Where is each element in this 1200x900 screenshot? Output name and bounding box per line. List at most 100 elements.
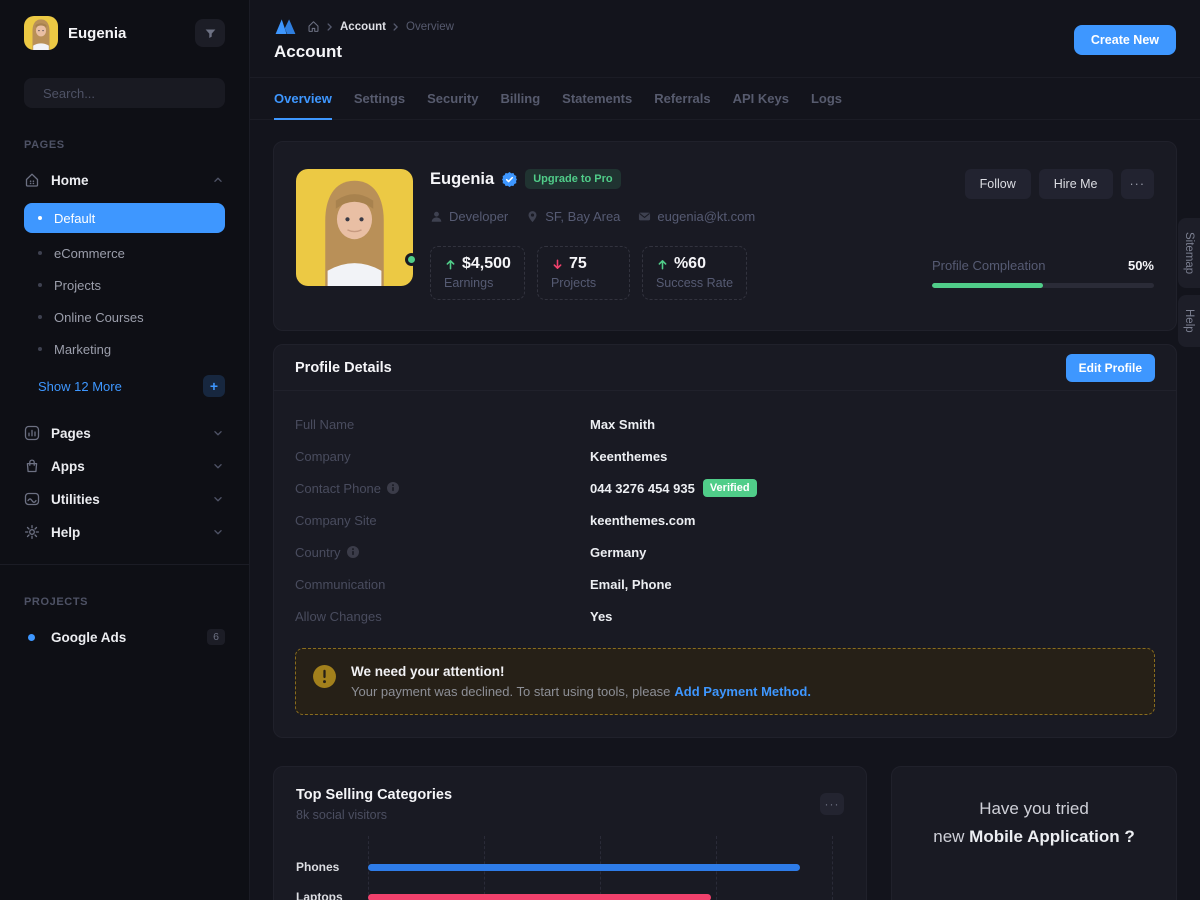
detail-value: Max Smith	[590, 417, 1155, 432]
chart-bar-row-phones: Phones	[296, 852, 844, 882]
sidebar-search[interactable]	[24, 78, 225, 108]
search-input[interactable]	[43, 86, 219, 101]
sidebar-item-apps[interactable]: Apps	[0, 450, 249, 482]
edge-tabs: Sitemap Help	[1178, 218, 1200, 347]
project-dot-icon	[28, 634, 35, 641]
profile-meta-developer[interactable]: Developer	[430, 209, 508, 224]
tab-api-keys[interactable]: API Keys	[733, 78, 789, 120]
page-title: Account	[274, 42, 1176, 62]
sidebar-item-ecommerce[interactable]: eCommerce	[24, 238, 225, 268]
detail-label-text: Allow Changes	[295, 609, 382, 624]
chart-subtitle: 8k social visitors	[296, 808, 452, 822]
sidebar-project-google-ads[interactable]: Google Ads 6	[0, 621, 249, 653]
breadcrumb-home-icon[interactable]	[307, 20, 320, 33]
bullet-icon	[38, 347, 42, 351]
arrow-down-icon	[551, 258, 564, 271]
sitemap-tab[interactable]: Sitemap	[1178, 218, 1200, 288]
chevron-down-icon	[211, 525, 225, 539]
add-page-button[interactable]: +	[203, 375, 225, 397]
info-icon[interactable]	[347, 546, 359, 558]
add-payment-method-link[interactable]: Add Payment Method.	[674, 684, 811, 699]
filter-button[interactable]	[195, 19, 225, 47]
image-icon	[24, 491, 40, 507]
breadcrumb: Account Overview	[274, 18, 1176, 35]
chart-bar-row-laptops: Laptops	[296, 882, 844, 900]
sidebar-subitem-label: eCommerce	[54, 246, 125, 261]
tab-billing[interactable]: Billing	[500, 78, 540, 120]
home-icon	[24, 172, 40, 188]
edit-profile-button[interactable]: Edit Profile	[1066, 354, 1155, 382]
project-label: Google Ads	[51, 630, 195, 645]
bullet-icon	[38, 216, 42, 220]
tab-statements[interactable]: Statements	[562, 78, 632, 120]
stat-label: Success Rate	[656, 276, 733, 290]
sidebar-item-marketing[interactable]: Marketing	[24, 334, 225, 364]
sidebar-user-name: Eugenia	[68, 25, 185, 42]
stat-success-rate: %60 Success Rate	[642, 246, 747, 300]
chevron-down-icon	[211, 492, 225, 506]
detail-row-company-site: Company Sitekeenthemes.com	[295, 504, 1155, 536]
profile-more-button[interactable]: ···	[1121, 169, 1155, 199]
create-new-button[interactable]: Create New	[1074, 25, 1176, 55]
sidebar-item-pages[interactable]: Pages	[0, 417, 249, 449]
tab-security[interactable]: Security	[427, 78, 478, 120]
profile-meta-sf-bay-area[interactable]: SF, Bay Area	[526, 209, 620, 224]
detail-label-text: Full Name	[295, 417, 354, 432]
chevron-up-icon	[211, 173, 225, 187]
sidebar-item-utilities[interactable]: Utilities	[0, 483, 249, 515]
app-logo-icon[interactable]	[274, 18, 297, 35]
detail-label: Country	[295, 545, 590, 560]
chart-bar-phones[interactable]	[368, 864, 800, 871]
show-more-row: Show 12 More +	[24, 372, 225, 400]
detail-label-text: Country	[295, 545, 341, 560]
detail-row-full-name: Full Name Max Smith	[295, 408, 1155, 440]
profile-overview-card: Eugenia Upgrade to Pro FollowHire Me··· …	[273, 141, 1177, 331]
profile-photo-image	[296, 169, 413, 286]
details-title: Profile Details	[295, 360, 392, 376]
detail-label: Full Name	[295, 417, 590, 432]
detail-value: Yes	[590, 609, 1155, 624]
sidebar-subitem-label: Default	[54, 211, 95, 226]
profile-meta-eugenia-kt-com[interactable]: eugenia@kt.com	[638, 209, 755, 224]
upgrade-to-pro-badge[interactable]: Upgrade to Pro	[525, 169, 620, 189]
breadcrumb-account[interactable]: Account	[340, 21, 386, 33]
tab-settings[interactable]: Settings	[354, 78, 405, 120]
info-icon[interactable]	[387, 482, 399, 494]
show-more-link[interactable]: Show 12 More	[38, 379, 203, 394]
hire-me-button[interactable]: Hire Me	[1039, 169, 1113, 199]
detail-value-text: Keenthemes	[590, 449, 667, 464]
detail-label: Company Site	[295, 513, 590, 528]
progress-fill	[932, 283, 1043, 288]
tab-overview[interactable]: Overview	[274, 78, 332, 120]
profile-completion-percent: 50%	[1128, 258, 1154, 273]
verified-badge-icon	[502, 172, 517, 187]
detail-label-text: Communication	[295, 577, 385, 592]
tab-logs[interactable]: Logs	[811, 78, 842, 120]
tab-referrals[interactable]: Referrals	[654, 78, 710, 120]
follow-button[interactable]: Follow	[965, 169, 1031, 199]
chart-bar-laptops[interactable]	[368, 894, 711, 900]
sidebar-subitem-label: Projects	[54, 278, 101, 293]
sidebar-item-projects[interactable]: Projects	[24, 270, 225, 300]
detail-value: Germany	[590, 545, 1155, 560]
sidebar-item-default[interactable]: Default	[24, 203, 225, 233]
meta-text: SF, Bay Area	[545, 209, 620, 224]
promo-line1: Have you tried	[892, 799, 1176, 819]
detail-value: Keenthemes	[590, 449, 1155, 464]
attention-alert: We need your attention! Your payment was…	[295, 648, 1155, 715]
sidebar-item-label: Utilities	[51, 492, 200, 507]
arrow-up-icon	[444, 258, 457, 271]
project-count-badge: 6	[207, 629, 225, 645]
detail-row-country: Country Germany	[295, 536, 1155, 568]
pin-icon	[526, 210, 539, 223]
stat-earnings: $4,500Earnings	[430, 246, 525, 300]
detail-label: Communication	[295, 577, 590, 592]
sidebar-item-home[interactable]: Home	[0, 164, 249, 196]
stat-value: %60	[674, 255, 706, 273]
sidebar-item-online-courses[interactable]: Online Courses	[24, 302, 225, 332]
sidebar-menu: PagesApps Utilities Help	[0, 417, 249, 548]
chart-more-button[interactable]: ···	[820, 793, 844, 815]
help-tab[interactable]: Help	[1178, 295, 1200, 347]
sidebar-item-help[interactable]: Help	[0, 516, 249, 548]
detail-label: Allow Changes	[295, 609, 590, 624]
